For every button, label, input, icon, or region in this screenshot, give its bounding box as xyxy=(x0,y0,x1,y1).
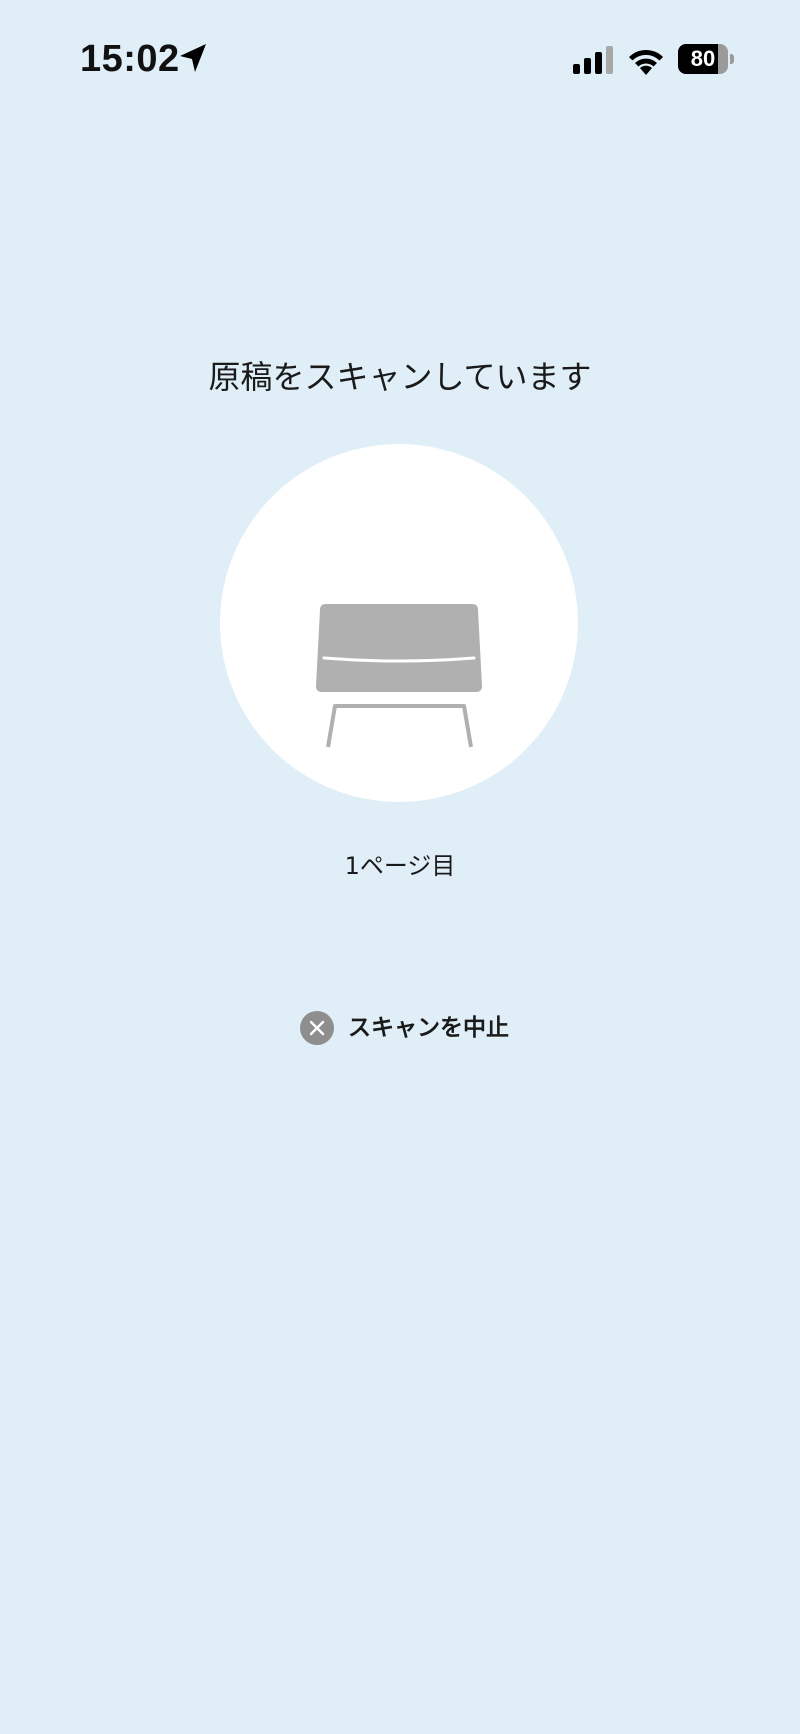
location-arrow-icon xyxy=(180,44,206,72)
status-bar: 15:02 80 xyxy=(0,0,800,120)
cancel-scan-button[interactable]: スキャンを中止 xyxy=(300,1008,509,1048)
cellular-signal-icon xyxy=(573,46,613,74)
battery-cap xyxy=(730,54,734,64)
close-icon xyxy=(309,1020,325,1036)
cancel-scan-label: スキャンを中止 xyxy=(348,1015,509,1041)
wifi-icon xyxy=(629,49,663,75)
scanner-icon xyxy=(316,604,482,748)
battery-level: 80 xyxy=(690,46,716,71)
status-time: 15:02 xyxy=(80,38,180,80)
close-circle-icon xyxy=(300,1011,334,1045)
scan-progress-circle xyxy=(220,444,578,802)
page-counter: 1ページ目 xyxy=(344,852,456,880)
battery-icon: 80 xyxy=(678,44,734,74)
battery-body: 80 xyxy=(678,44,728,74)
page-title: 原稿をスキャンしています xyxy=(208,358,592,396)
